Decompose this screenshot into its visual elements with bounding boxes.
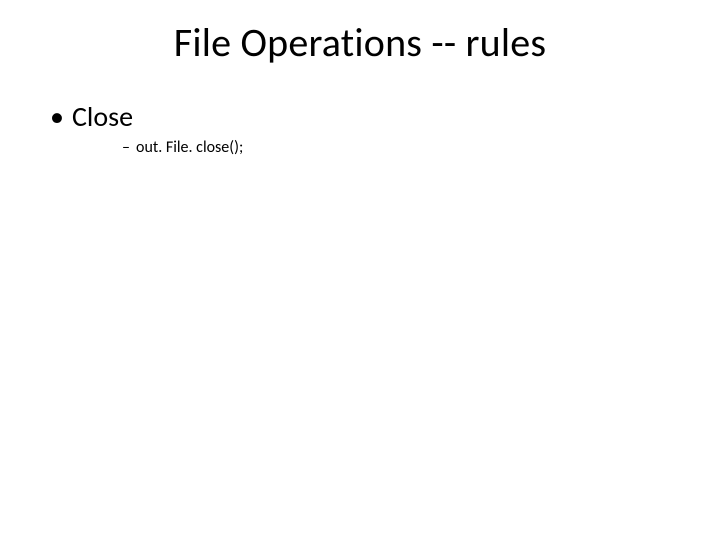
bullet-text: Close xyxy=(72,100,133,134)
sub-bullet-text: out. File. close(); xyxy=(136,138,243,159)
slide: File Operations -- rules • Close – out. … xyxy=(0,0,720,540)
bullet-level-1: • Close xyxy=(50,100,670,134)
bullet-marker: • xyxy=(50,100,72,134)
bullet-level-2: – out. File. close(); xyxy=(122,138,670,159)
slide-title: File Operations -- rules xyxy=(0,18,720,67)
slide-body: • Close – out. File. close(); xyxy=(50,100,670,158)
dash-marker: – xyxy=(122,138,136,159)
